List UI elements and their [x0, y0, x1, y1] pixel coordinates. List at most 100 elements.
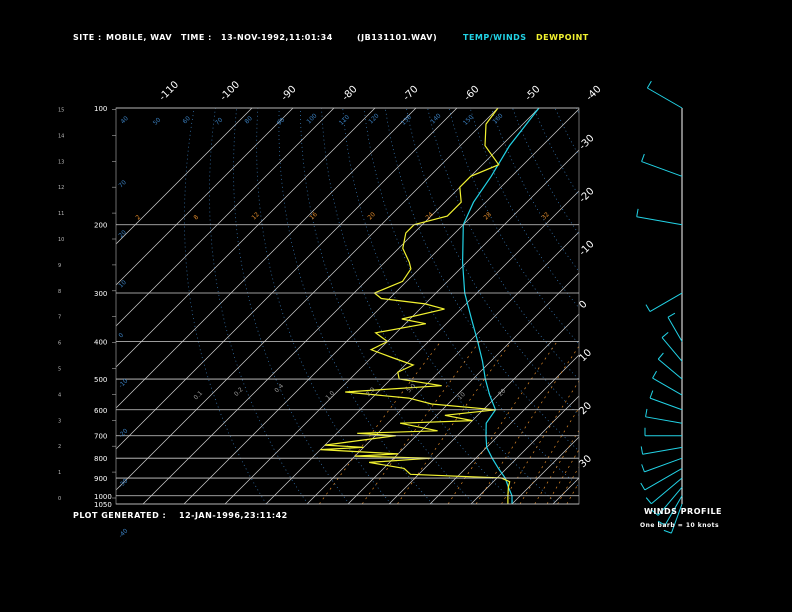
- isotherm-label: -80: [340, 84, 359, 103]
- adiabat-label: 50: [152, 116, 162, 126]
- wind-barb-tick: [667, 312, 676, 318]
- wind-barb-tick: [663, 529, 672, 534]
- mixing-ratio-line: [447, 341, 558, 504]
- low-mixing-ratio-label: 0.1: [192, 390, 204, 402]
- wind-barb-tick: [641, 153, 645, 162]
- adiabat-label: 90: [276, 116, 286, 126]
- winds-profile-title: WINDS PROFILE: [644, 507, 723, 516]
- height-tick-label: 1: [58, 470, 61, 476]
- isotherm-line: [594, 108, 792, 504]
- wind-barb: [657, 358, 683, 380]
- height-tick-label: 12: [58, 185, 64, 191]
- mixing-ratio-label: 8: [192, 214, 200, 222]
- mixing-ratio-line: [557, 466, 579, 504]
- height-tick-label: 15: [58, 108, 64, 114]
- dry-adiabat: [533, 108, 579, 197]
- pressure-tick-label: 800: [94, 455, 107, 463]
- plot-frame: [115, 107, 580, 505]
- wind-barb: [667, 316, 683, 342]
- mixing-ratio-label: 32: [540, 211, 550, 221]
- adiabat-side-label: -40: [117, 527, 129, 539]
- isotherm-line: [116, 108, 458, 450]
- isotherm-line: [183, 108, 579, 504]
- dry-adiabat: [184, 108, 267, 504]
- pressure-tick-label: 100: [94, 105, 107, 113]
- isotherm-line: [116, 108, 253, 245]
- wind-barb: [651, 477, 683, 505]
- dry-adiabat: [704, 108, 792, 504]
- height-tick-label: 8: [58, 289, 61, 295]
- wind-barb: [649, 397, 683, 411]
- pressure-tick-label: 200: [94, 222, 107, 230]
- pressure-tick-label: 900: [94, 475, 107, 483]
- low-mixing-ratio-label: 20: [497, 387, 507, 397]
- dry-adiabat: [278, 108, 433, 504]
- plot-area: [116, 108, 792, 504]
- isotherm-line: [116, 108, 294, 286]
- dry-adiabat: [342, 108, 558, 504]
- pressure-tick-label: 300: [94, 290, 107, 298]
- adiabat-side-label: 0: [117, 332, 125, 340]
- height-tick-label: 9: [58, 263, 61, 269]
- dry-adiabat: [490, 108, 579, 272]
- adiabat-label: 120: [367, 112, 380, 125]
- mixing-ratio-line: [546, 448, 579, 504]
- wind-barb: [644, 467, 683, 491]
- mixing-ratio-line: [501, 380, 579, 504]
- wind-barb: [645, 416, 683, 424]
- isotherm-line: [676, 108, 792, 504]
- isotherm-line: [116, 108, 417, 409]
- isotherm-line: [347, 272, 579, 504]
- mixing-ratio-line: [534, 429, 579, 504]
- dry-adiabat: [256, 108, 392, 504]
- wind-barb: [647, 87, 683, 109]
- low-mixing-ratio-label: 0.2: [233, 386, 245, 398]
- wind-barb: [642, 446, 683, 455]
- isotherm-label: -110: [157, 79, 181, 103]
- adiabat-label: 110: [338, 114, 351, 127]
- isotherm-label: -70: [401, 84, 420, 103]
- wind-barb-tick: [657, 352, 664, 360]
- plot-generated-value: 12-JAN-1996,23:11:42: [179, 511, 288, 520]
- isotherm-label: 10: [577, 347, 594, 364]
- wind-barb: [661, 337, 683, 362]
- mixing-ratio-label: 28: [482, 211, 492, 221]
- dry-adiabat: [575, 108, 579, 115]
- dry-adiabat: [427, 108, 579, 381]
- wind-barb-tick: [646, 80, 652, 89]
- dry-adiabat: [363, 108, 579, 488]
- adiabat-side-label: 20: [117, 229, 127, 239]
- isotherm-label: -40: [584, 84, 603, 103]
- mixing-ratio-label: 2: [134, 214, 142, 222]
- mixing-ratio-label: 20: [366, 211, 376, 221]
- pressure-tick-label: 500: [94, 376, 107, 384]
- dry-adiabat: [554, 108, 579, 157]
- pressure-tick-label: 700: [94, 433, 107, 441]
- height-tick-label: 14: [58, 133, 64, 139]
- dry-adiabat: [640, 108, 792, 504]
- adiabat-label: 100: [305, 112, 318, 125]
- mixing-ratio-label: 12: [250, 211, 260, 221]
- isotherm-line: [116, 108, 335, 327]
- temperature-profile: [461, 108, 540, 504]
- wind-barb-tick: [640, 446, 644, 455]
- dry-adiabat: [682, 108, 792, 504]
- adiabat-side-label: 10: [117, 279, 127, 289]
- wind-barb-tick: [641, 464, 645, 473]
- isotherm-label: -60: [462, 84, 481, 103]
- adiabat-label: 70: [214, 116, 224, 126]
- wind-barb-tick: [640, 482, 646, 491]
- pressure-tick-label: 1050: [94, 501, 112, 509]
- wind-barb: [636, 216, 683, 226]
- adiabat-label: 80: [243, 115, 253, 125]
- wind-barb-tick: [652, 370, 657, 379]
- mixing-ratio-line: [475, 345, 579, 504]
- adiabat-label: 60: [181, 115, 191, 125]
- dewpoint-profile: [320, 108, 511, 504]
- dry-adiabat: [406, 108, 579, 416]
- height-tick-label: 7: [58, 315, 61, 321]
- adiabat-label: 140: [429, 112, 442, 125]
- isotherm-label: -90: [279, 84, 298, 103]
- low-mixing-ratio-label: 0.4: [273, 383, 285, 395]
- adiabat-label: 150: [462, 114, 475, 127]
